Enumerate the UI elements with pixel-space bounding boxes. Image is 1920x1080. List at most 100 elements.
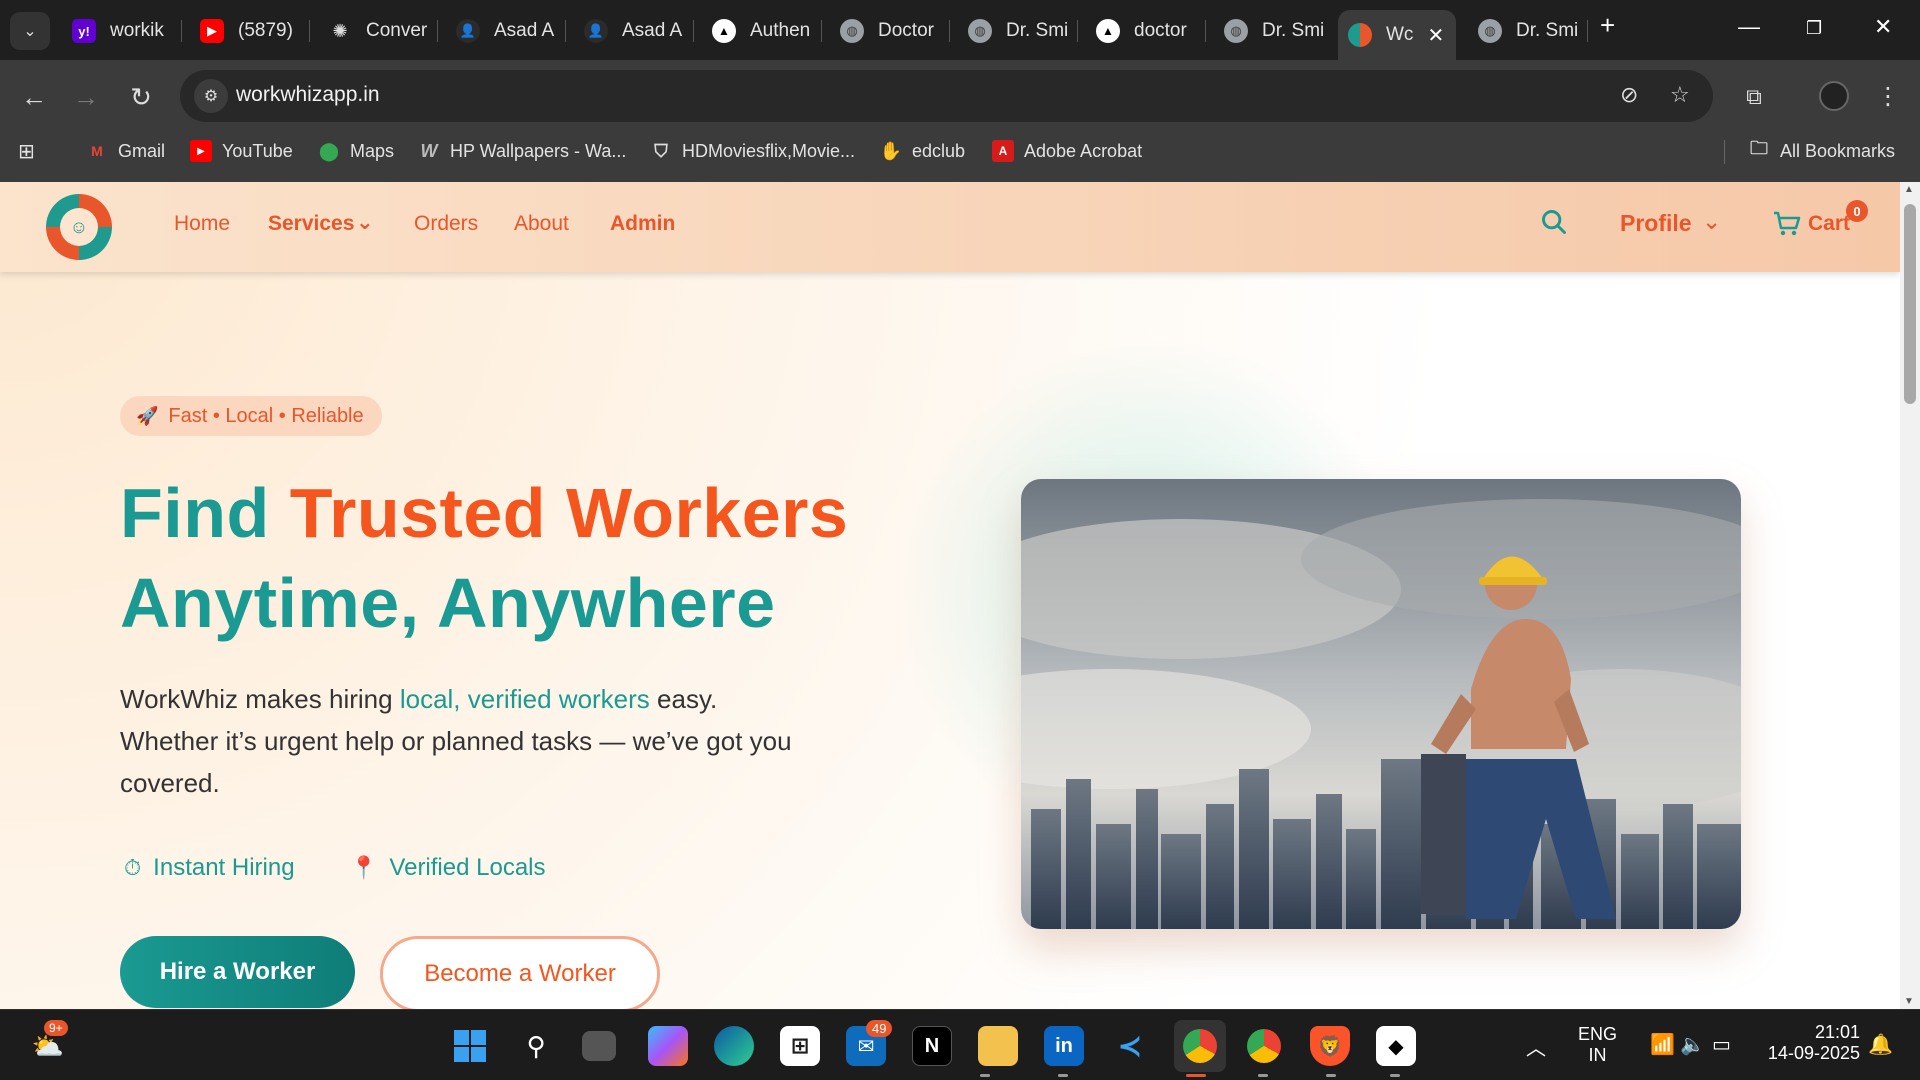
chevron-down-icon[interactable]: ⌄ [1702, 208, 1721, 235]
search-icon[interactable]: ⚲ [516, 1026, 556, 1066]
edge-icon[interactable] [714, 1026, 754, 1066]
address-bar[interactable]: ⚙ workwhizapp.in ⊘ ☆ [180, 70, 1713, 122]
bookmark-acrobat[interactable]: A Adobe Acrobat [992, 136, 1142, 166]
title-word-find: Find [120, 474, 270, 552]
rocket-icon: 🚀 [136, 405, 159, 426]
nav-services[interactable]: Services [268, 212, 354, 236]
globe-icon: ◍ [1224, 19, 1248, 43]
close-tab-icon[interactable]: ✕ [1427, 23, 1444, 48]
close-window-button[interactable]: ✕ [1874, 14, 1892, 40]
bookmark-edclub[interactable]: ✋ edclub [880, 136, 965, 166]
search-icon[interactable] [1540, 208, 1568, 236]
tab-title: Conver [366, 20, 428, 41]
tray-overflow-icon[interactable]: ︿ [1526, 1032, 1546, 1061]
minimize-button[interactable]: — [1738, 14, 1760, 40]
file-explorer-icon[interactable] [978, 1026, 1018, 1066]
hero-title-line2: Anytime, Anywhere [120, 564, 776, 642]
chevron-down-icon[interactable]: ⌄ [356, 210, 374, 235]
tab-chatgpt[interactable]: ✺ Conver [318, 10, 438, 52]
site-info-icon[interactable]: ⚙ [194, 79, 228, 113]
forward-button[interactable]: → [66, 82, 106, 113]
nav-admin[interactable]: Admin [610, 212, 675, 236]
reload-button[interactable]: ↻ [121, 82, 161, 113]
bookmark-gmail[interactable]: M Gmail [86, 136, 165, 166]
menu-kebab-icon[interactable]: ⋮ [1868, 82, 1908, 111]
eye-off-icon[interactable]: ⊘ [1620, 82, 1638, 108]
extensions-icon[interactable]: ⧉ [1734, 84, 1774, 110]
battery-icon[interactable]: ▭ [1712, 1032, 1731, 1057]
chrome-active-icon[interactable] [1174, 1020, 1226, 1072]
tab-title: Authen [750, 20, 811, 41]
url-text[interactable]: workwhizapp.in [236, 83, 380, 107]
scroll-up-icon[interactable]: ▲ [1904, 184, 1914, 195]
app-box-icon[interactable]: ◆ [1376, 1026, 1416, 1066]
start-icon[interactable] [450, 1026, 490, 1066]
tab-dr-smi-1[interactable]: ◍ Dr. Smi [958, 10, 1078, 52]
all-bookmarks[interactable]: 🗀 All Bookmarks [1748, 136, 1895, 166]
tab-dr-smi-2[interactable]: ◍ Dr. Smi [1214, 10, 1332, 52]
cart-link[interactable]: Cart [1772, 210, 1850, 238]
bookmark-star-icon[interactable]: ☆ [1670, 82, 1690, 108]
bookmark-youtube[interactable]: ▶ YouTube [190, 136, 293, 166]
notifications-icon[interactable]: 🔔 [1868, 1032, 1893, 1057]
tab-asad-1[interactable]: 👤 Asad A [446, 10, 566, 52]
bookmark-maps[interactable]: ⬤ Maps [318, 136, 394, 166]
tab-title: (5879) [238, 20, 293, 41]
tab-doctor-2[interactable]: ▲ doctor [1086, 10, 1206, 52]
bookmark-label: Gmail [118, 140, 166, 161]
task-view-icon[interactable] [582, 1031, 616, 1061]
nav-about[interactable]: About [514, 212, 569, 236]
new-tab-button[interactable]: + [1600, 10, 1615, 41]
apps-grid-icon[interactable]: ⊞ [18, 136, 35, 166]
shield-icon: ⛉ [654, 140, 668, 161]
nav-home[interactable]: Home [174, 212, 230, 236]
running-indicator [980, 1074, 990, 1077]
copilot-icon[interactable] [648, 1026, 688, 1066]
tab-workik[interactable]: y! workik [62, 10, 182, 52]
become-worker-button[interactable]: Become a Worker [380, 936, 660, 1009]
wifi-icon[interactable]: 📶 [1650, 1032, 1675, 1057]
mail-badge: 49 [866, 1020, 893, 1037]
store-icon[interactable]: ⊞ [780, 1026, 820, 1066]
linkedin-icon[interactable]: in [1044, 1026, 1084, 1066]
hero-description: WorkWhiz makes hiring local, verified wo… [120, 678, 810, 804]
restore-button[interactable]: ❐ [1806, 18, 1822, 39]
tab-doctor[interactable]: ◍ Doctor [830, 10, 950, 52]
nav-orders[interactable]: Orders [414, 212, 478, 236]
tab-search-button[interactable]: ⌄ [10, 12, 50, 50]
brave-icon[interactable]: 🦁 [1310, 1026, 1350, 1066]
webpage: ☺ Home Services ⌄ Orders About Admin Pro… [0, 182, 1900, 1009]
vercel-icon: ▲ [1096, 19, 1120, 43]
bookmark-hp-wallpapers[interactable]: W HP Wallpapers - Wa... [418, 136, 627, 166]
hire-worker-button[interactable]: Hire a Worker [120, 936, 355, 1008]
back-button[interactable]: ← [14, 82, 54, 113]
tab-youtube[interactable]: ▶ (5879) [190, 10, 310, 52]
avatar-icon: 👤 [584, 19, 608, 43]
workwhiz-logo[interactable]: ☺ [46, 194, 112, 260]
clock[interactable]: 21:01 14-09-2025 [1760, 1022, 1860, 1064]
feature-instant-hiring: ⏱ Instant Hiring [124, 854, 295, 882]
language-indicator[interactable]: ENG IN [1578, 1024, 1617, 1066]
profile-menu[interactable]: Profile [1620, 210, 1692, 237]
site-navbar: ☺ Home Services ⌄ Orders About Admin Pro… [0, 182, 1900, 272]
profile-avatar[interactable] [1819, 81, 1849, 111]
tab-authen[interactable]: ▲ Authen [702, 10, 822, 52]
vscode-icon[interactable]: ≺ [1110, 1026, 1150, 1066]
tab-strip: ⌄ y! workik ▶ (5879) ✺ Conver 👤 Asad A 👤… [0, 0, 1920, 60]
scrollbar-thumb[interactable] [1904, 204, 1916, 404]
tab-dr-smi-3[interactable]: ◍ Dr. Smi [1468, 10, 1588, 52]
pin-icon: 📍 [350, 855, 378, 880]
page-scrollbar[interactable]: ▲ ▼ [1900, 182, 1920, 1009]
youtube-icon: ▶ [200, 19, 224, 43]
volume-icon[interactable]: 🔈 [1680, 1032, 1705, 1057]
scroll-down-icon[interactable]: ▼ [1904, 996, 1914, 1007]
notion-icon[interactable]: N [912, 1026, 952, 1066]
tab-asad-2[interactable]: 👤 Asad A [574, 10, 694, 52]
tab-workwhiz-active[interactable]: Wc ✕ [1338, 10, 1456, 60]
time-text: 21:01 [1814, 1022, 1860, 1042]
chrome-profile-icon[interactable] [1244, 1026, 1284, 1066]
logo-face-icon: ☺ [60, 208, 98, 246]
bookmark-hdmovies[interactable]: ⛉ HDMoviesflix,Movie... [650, 136, 855, 166]
lang-line: IN [1588, 1045, 1607, 1065]
bookmark-label: YouTube [222, 140, 293, 161]
